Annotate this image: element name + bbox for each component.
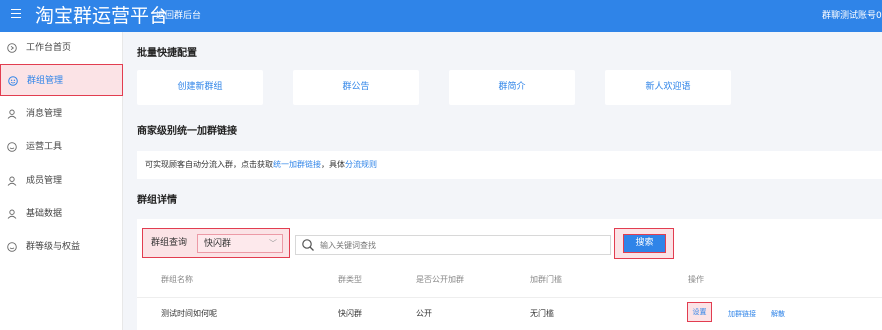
sidebar-item-label: 基础数据: [26, 209, 63, 219]
notice-text: ，具体: [321, 160, 345, 169]
search-button[interactable]: 搜索: [623, 234, 666, 253]
group-intro-card[interactable]: 群简介: [449, 70, 575, 105]
group-type-select[interactable]: 快闪群 ﹀: [197, 234, 283, 253]
notice-text: 可实现顾客自动分流入群，点击获取: [145, 160, 273, 169]
cell-threshold: 无门槛: [530, 309, 554, 318]
filter-label: 群组查询: [151, 238, 188, 248]
table-divider: [137, 297, 882, 298]
sidebar-item-members[interactable]: 成员管理: [0, 165, 123, 197]
column-header-threshold: 加群门槛: [530, 275, 562, 284]
search-field: [295, 235, 611, 255]
welcome-message-card[interactable]: 新人欢迎语: [605, 70, 731, 105]
group-filter: 群组查询 快闪群 ﹀: [142, 228, 290, 258]
sidebar-item-label: 运营工具: [26, 142, 63, 152]
home-icon: [7, 43, 17, 53]
message-icon: [7, 109, 17, 119]
level-icon: [7, 242, 17, 252]
sidebar-item-group-level[interactable]: 群等级与权益: [0, 231, 123, 263]
select-value: 快闪群: [204, 239, 232, 249]
column-header-type: 群类型: [338, 275, 362, 284]
sidebar-item-basic-data[interactable]: 基础数据: [0, 198, 123, 230]
sidebar-item-label: 成员管理: [26, 176, 63, 186]
merchant-link-title: 商家级别统一加群链接: [137, 126, 237, 137]
quick-config-title: 批量快捷配置: [137, 48, 197, 59]
sidebar-item-messages[interactable]: 消息管理: [0, 98, 123, 130]
account-name[interactable]: 群聊测试账号0: [822, 9, 882, 23]
join-link-action[interactable]: 加群链接: [728, 309, 756, 319]
member-icon: [7, 176, 17, 186]
column-header-public: 是否公开加群: [416, 275, 464, 284]
routing-rules-link[interactable]: 分流规则: [345, 160, 377, 169]
group-icon: [8, 76, 18, 86]
sidebar-item-label: 群组管理: [27, 76, 64, 86]
unified-join-link[interactable]: 统一加群链接: [273, 160, 321, 169]
settings-action[interactable]: 设置: [687, 302, 712, 322]
back-to-admin-link[interactable]: 返回群后台: [156, 9, 201, 23]
create-group-card[interactable]: 创建新群组: [137, 70, 263, 105]
search-button-highlight: 搜索: [614, 228, 674, 259]
data-icon: [7, 209, 17, 219]
cell-group-type: 快闪群: [338, 309, 362, 318]
quick-config-cards: 创建新群组 群公告 群简介 新人欢迎语: [137, 70, 882, 105]
sidebar-item-label: 消息管理: [26, 109, 63, 119]
sidebar-item-operation-tools[interactable]: 运营工具: [0, 131, 123, 163]
sidebar-item-home[interactable]: 工作台首页: [0, 32, 123, 64]
sidebar-item-group-management[interactable]: 群组管理: [0, 64, 123, 96]
column-header-name: 群组名称: [161, 275, 193, 284]
group-notice-card[interactable]: 群公告: [293, 70, 419, 105]
top-bar: 淘宝群运营平台 返回群后台 群聊测试账号0: [0, 0, 882, 32]
column-header-actions: 操作: [688, 275, 704, 284]
cell-public: 公开: [416, 309, 432, 318]
menu-icon[interactable]: [11, 9, 21, 22]
sidebar: 工作台首页 群组管理 消息管理 运营工具 成员管理 基础数据 群等级与权益: [0, 32, 123, 330]
search-icon: [302, 239, 314, 251]
dissolve-action[interactable]: 解散: [771, 309, 785, 319]
tools-icon: [7, 142, 17, 152]
group-detail-title: 群组详情: [137, 195, 177, 206]
sidebar-item-label: 群等级与权益: [26, 242, 81, 252]
main-content: 批量快捷配置 创建新群组 群公告 群简介 新人欢迎语 商家级别统一加群链接 可实…: [123, 32, 882, 330]
cell-group-name: 测试时间如何呢: [161, 309, 217, 318]
search-input[interactable]: [320, 238, 600, 252]
app-title: 淘宝群运营平台: [35, 5, 169, 27]
chevron-down-icon: ﹀: [269, 239, 277, 248]
merchant-link-notice: 可实现顾客自动分流入群，点击获取统一加群链接，具体分流规则: [137, 151, 882, 179]
sidebar-item-label: 工作台首页: [26, 43, 72, 53]
